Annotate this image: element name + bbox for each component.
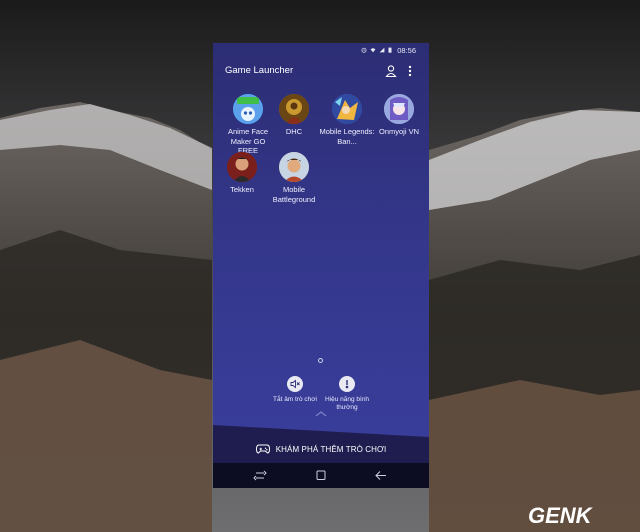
app-mobile-battleground[interactable]: Mobile Battleground (266, 152, 322, 204)
app-label: Mobile Battleground (272, 185, 316, 204)
gamepad-icon (255, 444, 270, 454)
dhc-icon (279, 94, 309, 124)
signal-icon (379, 47, 385, 53)
status-time: 08:56 (397, 45, 416, 55)
genk-logo-text: GENK (528, 503, 594, 527)
home-icon[interactable] (314, 469, 328, 482)
page-title: Game Launcher (225, 65, 294, 76)
app-label: DHC (285, 127, 303, 136)
app-mobile-legends[interactable]: Mobile Legends: Ban... (319, 94, 375, 146)
status-bar: 08:56 (213, 43, 429, 57)
explore-games-label: KHÁM PHÁ THÊM TRÒ CHƠI (275, 444, 387, 454)
app-label: Onmyoji VN (378, 127, 419, 136)
mute-game-label: Tắt âm trò chơi (273, 396, 317, 403)
mute-icon (287, 376, 303, 392)
wifi-icon (370, 48, 376, 53)
genk-logo: GENK (528, 503, 594, 527)
explore-games-button[interactable]: KHÁM PHÁ THÊM TRÒ CHƠI (213, 442, 429, 456)
app-dhc[interactable]: DHC (266, 94, 322, 137)
explore-games-bar[interactable]: KHÁM PHÁ THÊM TRÒ CHƠI (213, 421, 429, 463)
battery-icon (388, 47, 392, 53)
more-vert-icon[interactable] (406, 64, 414, 78)
performance-button[interactable]: Hiệu năng bình thường (319, 376, 375, 412)
alarm-icon (361, 47, 367, 53)
page-indicator (318, 358, 323, 363)
mobile-battleground-icon (279, 152, 309, 182)
anime-face-maker-icon (233, 94, 263, 124)
mute-game-button[interactable]: Tắt âm trò chơi (267, 376, 323, 404)
app-tekken[interactable]: Tekken (214, 152, 270, 195)
tekken-icon (227, 152, 257, 182)
profile-icon[interactable] (385, 64, 397, 78)
recents-icon[interactable] (253, 469, 267, 482)
onmyoji-icon (384, 94, 414, 124)
chevron-up-icon[interactable] (315, 411, 327, 417)
performance-icon (339, 376, 355, 392)
app-label: Mobile Legends: Ban... (319, 127, 375, 146)
app-label: Tekken (230, 185, 254, 194)
navigation-bar (213, 463, 429, 488)
performance-label: Hiệu năng bình thường (324, 396, 370, 411)
app-onmyoji-vn[interactable]: Onmyoji VN (371, 94, 427, 137)
back-icon[interactable] (374, 469, 388, 482)
app-header: Game Launcher (213, 61, 429, 81)
mobile-legends-icon (332, 94, 362, 124)
phone-screen: 08:56 Game Launcher Anime Face Maker GO … (213, 43, 429, 488)
